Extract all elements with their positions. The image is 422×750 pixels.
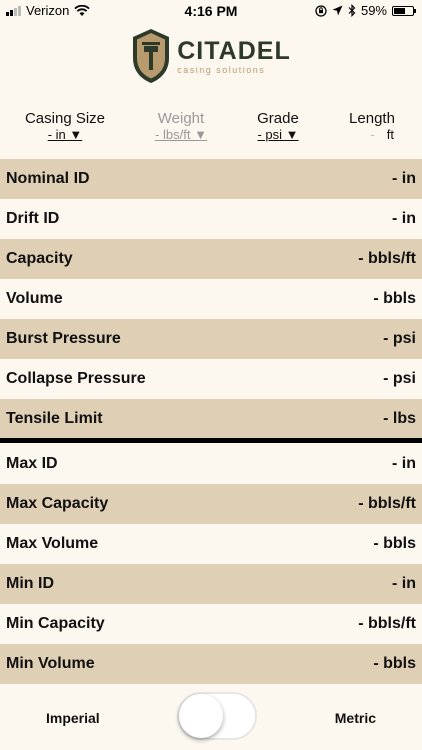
result-row-capacity: Capacity - bbls/ft [0,239,422,279]
length-selector: Length - ft [340,110,404,142]
result-row-volume: Volume - bbls [0,279,422,319]
row-label: Collapse Pressure [6,370,146,387]
row-label: Volume [6,290,63,307]
row-value: - bbls/ft [358,495,416,512]
shield-helmet-icon [133,29,170,83]
battery-fill [394,7,405,14]
status-right: 59% [315,3,416,18]
result-row-min-id: Min ID - in [0,564,422,604]
result-row-max-volume: Max Volume - bbls [0,524,422,564]
row-value: - bbls/ft [358,615,416,632]
logo-name: CITADEL [177,36,291,65]
result-row-max-capacity: Max Capacity - bbls/ft [0,484,422,524]
result-row-drift-id: Drift ID - in [0,199,422,239]
casing-size-selector[interactable]: Casing Size - in ▼ [18,110,112,142]
length-input[interactable]: - [355,127,374,142]
row-label: Max Capacity [6,495,109,512]
result-row-collapse-pressure: Collapse Pressure - psi [0,359,422,399]
result-row-min-capacity: Min Capacity - bbls/ft [0,604,422,644]
row-value: - bbls [373,655,416,672]
row-value: - in [392,170,416,187]
row-label: Drift ID [6,210,60,227]
row-label: Min ID [6,575,54,592]
row-value: - in [392,575,416,592]
grade-title: Grade [257,110,299,127]
imperial-label[interactable]: Imperial [46,710,100,726]
citadel-logo: CITADEL casing solutions [0,28,422,84]
switch-knob[interactable] [179,694,223,738]
length-row: - ft [340,127,404,142]
row-label: Tensile Limit [6,410,103,427]
battery-icon [392,5,416,16]
row-value: - lbs [383,410,416,427]
casing-size-title: Casing Size [24,110,106,127]
row-value: - in [392,455,416,472]
row-label: Min Capacity [6,615,105,632]
length-unit: ft [386,127,394,142]
bluetooth-icon [348,4,356,17]
weight-value[interactable]: - lbs/ft ▼ [146,127,216,142]
result-row-min-volume: Min Volume - bbls [0,644,422,684]
section-divider [0,438,422,443]
result-row-burst-pressure: Burst Pressure - psi [0,319,422,359]
row-value: - bbls/ft [358,250,416,267]
weight-title: Weight [157,110,205,127]
input-selectors: Casing Size - in ▼ Weight - lbs/ft ▼ Gra… [0,108,422,152]
logo-text: CITADEL casing solutions [177,38,290,75]
row-value: - bbls [373,535,416,552]
unit-switch[interactable] [177,692,257,740]
row-label: Burst Pressure [6,330,121,347]
row-value: - bbls [373,290,416,307]
logo-tagline: casing solutions [177,64,266,75]
battery-percent: 59% [360,3,387,18]
row-label: Min Volume [6,655,95,672]
weight-selector[interactable]: Weight - lbs/ft ▼ [146,110,216,142]
casing-size-value[interactable]: - in ▼ [18,127,112,142]
row-label: Nominal ID [6,170,90,187]
app-screen: Verizon 4:16 PM 59% CITADEL casing solut… [0,0,422,750]
row-value: - psi [383,370,416,387]
length-title: Length [349,110,395,127]
result-row-max-id: Max ID - in [0,444,422,484]
row-value: - in [392,210,416,227]
row-label: Max ID [6,455,58,472]
row-value: - psi [383,330,416,347]
location-icon [332,5,343,16]
row-label: Max Volume [6,535,99,552]
status-bar: Verizon 4:16 PM 59% [0,0,422,22]
grade-value[interactable]: - psi ▼ [248,127,308,142]
result-row-tensile-limit: Tensile Limit - lbs [0,399,422,439]
row-label: Capacity [6,250,73,267]
grade-selector[interactable]: Grade - psi ▼ [248,110,308,142]
rotation-lock-icon [315,4,327,17]
metric-label[interactable]: Metric [335,710,376,726]
unit-toggle-bar: Imperial Metric [0,684,422,750]
result-row-nominal-id: Nominal ID - in [0,159,422,199]
